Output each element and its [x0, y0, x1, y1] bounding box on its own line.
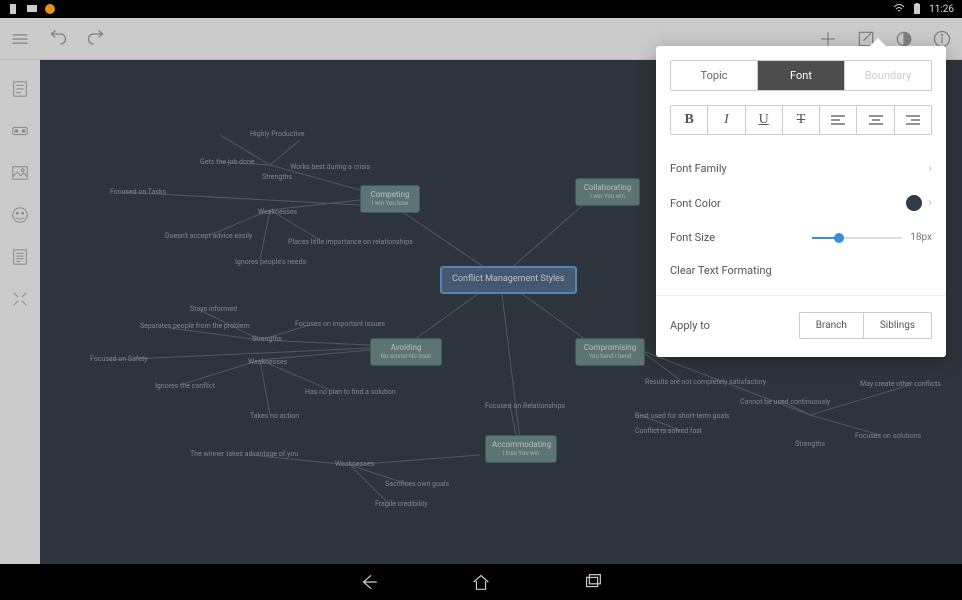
align-right-button[interactable]	[894, 106, 931, 134]
label: Focuses on important issues	[295, 320, 385, 328]
central-node[interactable]: Conflict Management Styles	[440, 266, 577, 294]
font-family-label: Font Family	[670, 162, 727, 175]
strikethrough-button[interactable]: T	[782, 106, 819, 134]
italic-button[interactable]: I	[707, 106, 744, 134]
label: Doesn't accept advice easily	[165, 232, 252, 240]
tab-boundary: Boundary	[844, 61, 931, 90]
font-size-slider[interactable]	[812, 237, 902, 239]
image-icon[interactable]	[11, 164, 29, 182]
side-toolbar	[0, 60, 40, 564]
label: Focused on Relationships	[485, 402, 565, 410]
label: Fragile credibility	[375, 500, 428, 508]
label: Weaknesses	[248, 358, 287, 366]
chevron-right-icon: ›	[928, 195, 932, 209]
node-title: Avoiding	[377, 343, 435, 353]
format-popover: Topic Font Boundary B I U T Font Family …	[656, 46, 946, 357]
label: Strengths	[252, 335, 282, 343]
android-nav-bar	[0, 564, 962, 600]
apply-branch-button[interactable]: Branch	[800, 313, 863, 338]
apply-to-label: Apply to	[670, 319, 787, 332]
label: Gets the job done	[200, 158, 255, 166]
label: Stays informed	[190, 305, 237, 313]
bold-button[interactable]: B	[671, 106, 707, 134]
redo-icon[interactable]	[86, 29, 106, 49]
font-color-label: Font Color	[670, 197, 721, 210]
app-icon-3	[44, 3, 56, 15]
menu-icon[interactable]	[10, 29, 30, 49]
clear-formatting-row[interactable]: Clear Text Formating	[670, 254, 932, 287]
apply-siblings-button[interactable]: Siblings	[863, 313, 931, 338]
label: Focuses on solutions	[855, 432, 921, 440]
battery-icon	[911, 3, 923, 15]
chevron-right-icon: ›	[928, 161, 932, 175]
label: Works best during a crisis	[290, 163, 370, 171]
label: Ignores the conflict	[155, 382, 215, 390]
node-title: Compromising	[582, 343, 638, 353]
text-style-row: B I U T	[670, 105, 932, 135]
recent-apps-icon[interactable]	[582, 571, 604, 593]
node-avoiding[interactable]: Avoiding No winner No loser	[370, 338, 442, 366]
app-icon-1	[8, 3, 20, 15]
label: Weaknesses	[335, 460, 374, 468]
clock: 11:26	[929, 4, 954, 15]
label: Results are not completely satisfactory	[645, 378, 766, 386]
font-size-value: 18px	[910, 232, 932, 243]
status-bar: 11:26	[0, 0, 962, 18]
font-color-row[interactable]: Font Color ›	[670, 185, 932, 221]
label: Conflict is solved fast	[635, 427, 702, 435]
label: Weaknesses	[258, 208, 297, 216]
underline-button[interactable]: U	[745, 106, 782, 134]
label: The winner takes advantage of you	[190, 450, 298, 458]
label: Sacrifices own goals	[385, 480, 449, 488]
popover-tabs: Topic Font Boundary	[670, 60, 932, 91]
label: Strengths	[262, 173, 292, 181]
clear-formatting-label: Clear Text Formating	[670, 264, 772, 277]
node-subtitle: No winner No loser	[377, 353, 435, 361]
font-size-label: Font Size	[670, 231, 715, 244]
home-icon[interactable]	[470, 571, 492, 593]
label: Focused on Tasks	[110, 188, 166, 196]
node-compromising[interactable]: Compromising You bend I bend	[575, 338, 645, 366]
label: Takes no action	[250, 412, 299, 420]
divider	[656, 295, 946, 296]
wifi-icon	[893, 3, 905, 15]
align-left-button[interactable]	[819, 106, 856, 134]
relationship-icon[interactable]	[11, 122, 29, 140]
apply-to-row: Apply to Branch Siblings	[670, 304, 932, 339]
node-subtitle: I lose You win	[492, 450, 550, 458]
align-center-button[interactable]	[856, 106, 893, 134]
notes-icon[interactable]	[11, 80, 29, 98]
undo-icon[interactable]	[48, 29, 68, 49]
attachment-icon[interactable]	[11, 248, 29, 266]
node-title: Competing	[367, 190, 413, 200]
node-collaborating[interactable]: Collaborating I win You win	[575, 178, 640, 206]
back-icon[interactable]	[358, 571, 380, 593]
focus-icon[interactable]	[11, 290, 29, 308]
font-family-row[interactable]: Font Family ›	[670, 151, 932, 185]
node-title: Accommodating	[492, 440, 550, 450]
label: Ignores people's needs	[235, 258, 306, 266]
node-subtitle: I win You win	[582, 193, 633, 201]
label: Highly Productive	[250, 130, 304, 138]
tab-font[interactable]: Font	[757, 61, 844, 90]
label: Strengths	[795, 440, 825, 448]
node-subtitle: You bend I bend	[582, 353, 638, 361]
label: Best used for short-term goals	[635, 412, 730, 420]
node-accommodating[interactable]: Accommodating I lose You win	[485, 435, 557, 463]
label: Has no plan to find a solution	[305, 388, 396, 396]
app-icon-2	[26, 3, 38, 15]
label: Places little importance on relationship…	[288, 238, 413, 246]
node-subtitle: I win You lose	[367, 200, 413, 208]
markers-icon[interactable]	[11, 206, 29, 224]
node-title: Collaborating	[582, 183, 633, 193]
label: Separates people from the problem	[140, 322, 250, 330]
color-swatch	[906, 195, 922, 211]
label: May create other conflicts	[860, 380, 941, 388]
label: Cannot be used continuously	[740, 398, 830, 406]
label: Focused on Safety	[90, 355, 148, 363]
node-competing[interactable]: Competing I win You lose	[360, 185, 420, 213]
tab-topic[interactable]: Topic	[671, 61, 757, 90]
font-size-row[interactable]: Font Size 18px	[670, 221, 932, 254]
